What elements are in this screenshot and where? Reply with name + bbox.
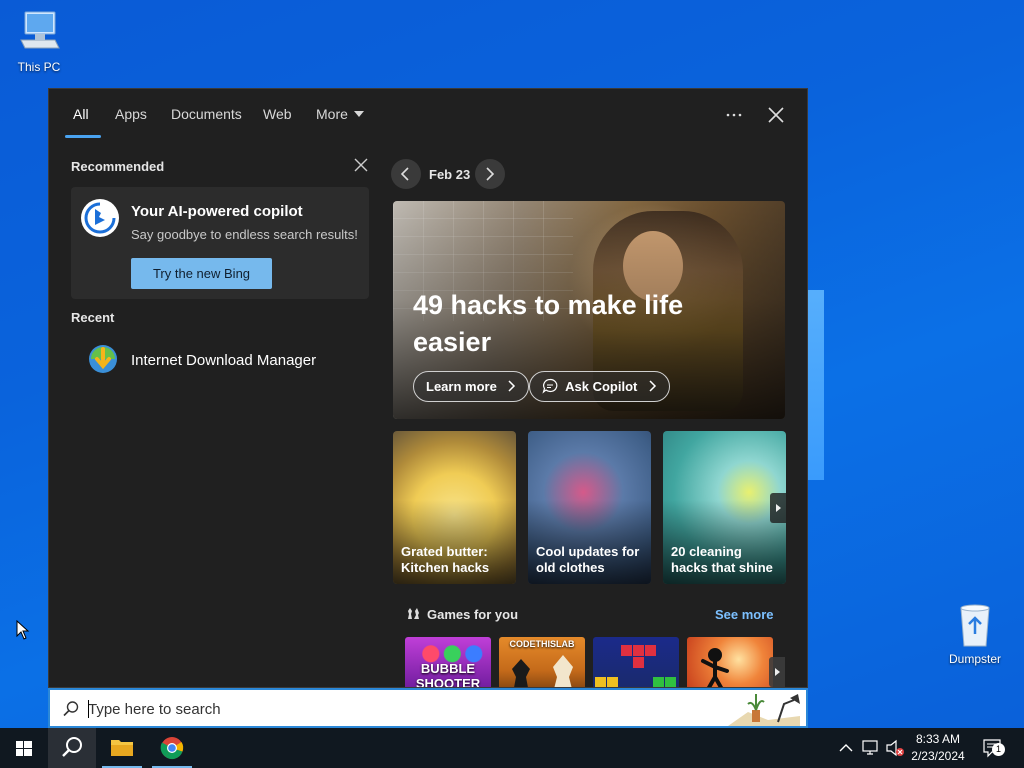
taskbar-search-button[interactable] [48,728,96,768]
date-label: Feb 23 [429,167,471,182]
desktop-wallpaper-glow [808,290,824,480]
news-card-title: Grated butter: Kitchen hacks [401,544,490,575]
chevron-right-icon [508,380,516,392]
ellipsis-icon [726,113,742,117]
ask-copilot-button[interactable]: Ask Copilot [529,371,670,402]
news-card-title: 20 cleaning hacks that shine [671,544,773,575]
search-icon [62,700,80,723]
notification-count-badge: 1 [992,743,1005,756]
more-options-button[interactable] [720,103,748,131]
search-flyout: All Apps Documents Web More Recommended [48,88,808,688]
idm-icon [87,343,119,375]
block-puzzle-icon [595,645,676,687]
clock-date: 2/23/2024 [911,749,965,763]
recent-item-idm[interactable]: Internet Download Manager [81,339,361,379]
learn-more-label: Learn more [426,379,497,394]
recent-item-label: Internet Download Manager [131,352,317,369]
desktop-icon-dumpster[interactable]: Dumpster [946,600,1004,666]
show-hidden-icons-button[interactable] [836,728,856,768]
close-icon [768,107,784,123]
start-button[interactable] [0,728,48,768]
hero-title: 49 hacks to make life easier [413,290,684,357]
game-tile-label: BUBBLE SHOOTER [415,661,481,688]
next-day-button[interactable] [475,159,505,189]
search-highlight-illustration [728,690,800,726]
mouse-cursor-icon [16,619,30,645]
game-tile-bubble-shooter[interactable]: BUBBLE SHOOTER [405,637,491,688]
chess-pieces-icon [512,655,573,687]
windows-logo-icon [16,741,32,756]
hero-card[interactable]: 49 hacks to make life easier Learn more … [393,201,785,419]
bing-icon [81,199,119,237]
news-card-cleaning-hacks[interactable]: 20 cleaning hacks that shine [663,431,786,584]
game-tile-chess[interactable]: CODETHISLAB [499,637,585,687]
news-card-grated-butter[interactable]: Grated butter: Kitchen hacks [393,431,516,584]
close-icon [354,158,368,172]
chevron-right-icon [649,380,657,392]
recommended-title: Recommended [71,159,165,174]
copilot-card-subtitle: Say goodbye to endless search results! [131,227,358,242]
close-search-button[interactable] [762,103,790,131]
tab-all[interactable]: All [73,106,89,122]
copilot-card-title: Your AI-powered copilot [131,203,303,220]
chrome-button[interactable] [148,728,196,768]
previous-day-button[interactable] [391,159,421,189]
chess-icon [405,605,421,621]
search-input[interactable] [88,698,728,720]
desktop-icon-this-pc[interactable]: This PC [10,8,68,74]
news-card-title: Cool updates for old clothes [536,544,640,575]
recent-title: Recent [71,310,115,325]
recycle-bin-icon [951,600,999,648]
games-for-you-title: Games for you [427,607,519,622]
chevron-left-icon [400,167,409,181]
tab-more-label: More [316,106,348,122]
chat-bubble-icon [542,378,558,394]
caret-right-icon [776,504,781,512]
dismiss-recommended-button[interactable] [351,155,371,175]
caret-right-icon [775,668,780,676]
tab-more[interactable]: More [316,106,364,122]
text-caret [88,700,89,718]
tab-documents[interactable]: Documents [171,106,242,122]
tab-web[interactable]: Web [263,106,292,122]
search-tabs: All Apps Documents Web More [49,89,807,141]
active-tab-indicator [65,135,101,138]
taskbar: 8:33 AM 2/23/2024 1 [0,728,1024,768]
clock-time: 8:33 AM [915,732,961,746]
carousel-next-button[interactable] [770,493,786,523]
game-tile-blocks[interactable] [593,637,679,687]
left-column: Recommended Your AI-powered copilot Say … [71,158,371,373]
ask-copilot-label: Ask Copilot [565,379,638,394]
see-more-games-link[interactable]: See more [715,607,774,622]
network-button[interactable] [860,728,882,768]
desktop-icon-label: Dumpster [948,652,1001,666]
game-tile-stickman[interactable] [687,637,773,687]
try-new-bing-button[interactable]: Try the new Bing [131,258,272,289]
network-icon [862,740,878,755]
chevron-up-icon [839,744,853,752]
computer-icon [15,8,63,56]
desktop-icon-label: This PC [17,60,61,74]
news-card-old-clothes[interactable]: Cool updates for old clothes [528,431,651,584]
chrome-icon [160,737,184,760]
stickman-icon [701,648,729,687]
folder-icon [111,740,133,756]
search-icon [62,737,82,757]
taskbar-search-box[interactable] [48,688,808,728]
chevron-right-icon [486,167,495,181]
tab-apps[interactable]: Apps [115,106,147,122]
copilot-card: Your AI-powered copilot Say goodbye to e… [71,187,369,299]
caret-down-icon [353,111,364,117]
file-explorer-button[interactable] [98,728,146,768]
games-next-button[interactable] [769,657,785,687]
learn-more-button[interactable]: Learn more [413,371,530,402]
clock[interactable]: 8:33 AM 2/23/2024 [900,731,976,765]
